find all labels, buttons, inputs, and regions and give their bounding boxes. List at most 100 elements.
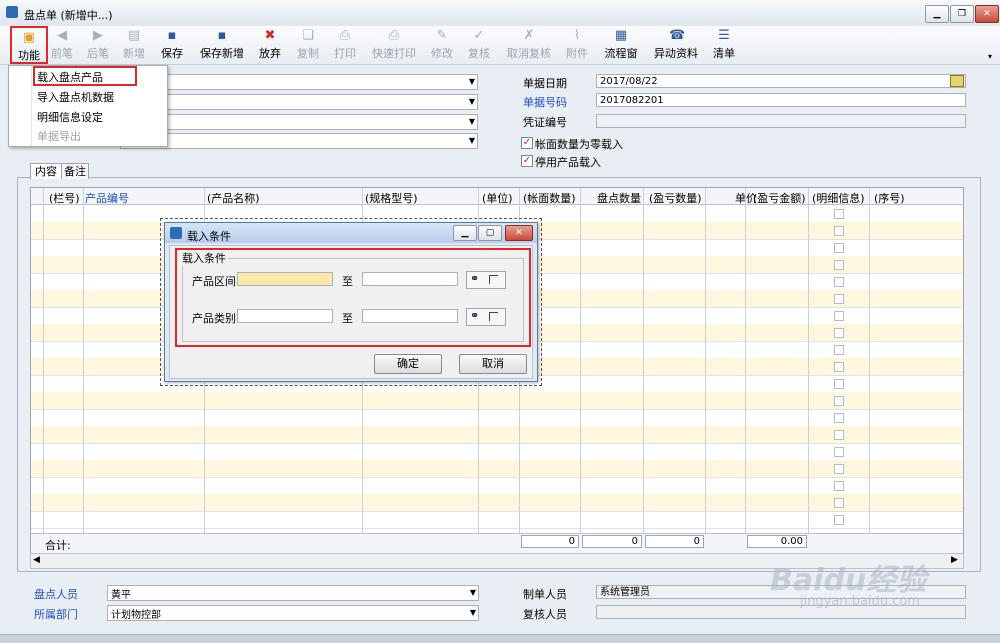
save-button[interactable]: ▪ 保存 — [158, 26, 186, 64]
table-row[interactable] — [31, 494, 963, 512]
attachment-button[interactable]: ⌇ 附件 — [563, 26, 591, 64]
cancel-review-button[interactable]: ✗ 取消复核 — [503, 26, 555, 64]
counter-label[interactable]: 盘点人员 — [34, 586, 78, 602]
detail-checkbox[interactable] — [834, 226, 844, 236]
close-button[interactable]: ✕ — [975, 5, 999, 23]
copy-button[interactable]: ❏ 复制 — [294, 26, 322, 64]
list-button[interactable]: ☰ 清单 — [710, 26, 738, 64]
detail-checkbox[interactable] — [834, 362, 844, 372]
detail-checkbox[interactable] — [834, 260, 844, 270]
scroll-left-icon[interactable]: ◀ — [33, 555, 40, 565]
dept-label[interactable]: 所属部门 — [34, 606, 78, 622]
function-button[interactable]: ▣ 功能 — [10, 26, 48, 64]
table-row[interactable] — [31, 409, 963, 427]
calendar-icon[interactable] — [950, 75, 964, 87]
detail-checkbox[interactable] — [834, 328, 844, 338]
table-row[interactable] — [31, 443, 963, 461]
detail-checkbox[interactable] — [834, 515, 844, 525]
detail-checkbox[interactable] — [834, 447, 844, 457]
detail-checkbox[interactable] — [834, 345, 844, 355]
combo-4[interactable]: ▼ — [120, 133, 478, 149]
col-seq[interactable]: (序号) — [874, 190, 905, 206]
col-product-name[interactable]: (产品名称) — [207, 190, 260, 206]
date-field[interactable]: 2017/08/22 — [596, 74, 966, 88]
detail-checkbox[interactable] — [834, 277, 844, 287]
dialog-minimize-button[interactable]: ▁ — [453, 225, 477, 241]
tab-content[interactable]: 内容 — [30, 163, 62, 179]
cancel-button[interactable]: 取消 — [459, 354, 527, 374]
table-row[interactable] — [31, 477, 963, 495]
checkbox-icon[interactable] — [489, 312, 498, 321]
scroll-right-icon[interactable]: ▶ — [951, 555, 958, 565]
detail-checkbox[interactable] — [834, 243, 844, 253]
table-row[interactable] — [31, 460, 963, 478]
range-from-input[interactable] — [237, 272, 333, 286]
modify-button[interactable]: ✎ 修改 — [428, 26, 456, 64]
type-from-input[interactable] — [237, 309, 333, 323]
next-button[interactable]: ▶ 后笔 — [84, 26, 112, 64]
detail-checkbox[interactable] — [834, 481, 844, 491]
checkbox-icon[interactable] — [489, 275, 498, 284]
table-row[interactable] — [31, 511, 963, 529]
ok-button[interactable]: 确定 — [374, 354, 442, 374]
detail-checkbox[interactable] — [834, 209, 844, 219]
menu-item-load-products[interactable]: 载入盘点产品 — [37, 69, 103, 85]
toolbar-overflow-icon[interactable]: ▾ — [988, 52, 992, 61]
col-diff-amount[interactable]: (盈亏金额) — [753, 190, 806, 206]
col-line-no[interactable]: (栏号) — [49, 190, 80, 206]
chevron-down-icon: ▼ — [468, 136, 475, 145]
menu-item-export[interactable]: 单据导出 — [37, 128, 81, 144]
save-new-button[interactable]: ▪ 保存新增 — [196, 26, 248, 64]
docno-field[interactable]: 2017082201 — [596, 93, 966, 107]
app-icon — [6, 6, 18, 18]
review-button[interactable]: ✓ 复核 — [465, 26, 493, 64]
detail-checkbox[interactable] — [834, 379, 844, 389]
save-icon: ▪ — [167, 28, 177, 43]
table-row[interactable] — [31, 392, 963, 410]
dept-field[interactable]: 计划物控部 ▼ — [107, 605, 479, 621]
col-detail-info[interactable]: (明细信息) — [812, 190, 865, 206]
prev-button[interactable]: ◀ 前笔 — [48, 26, 76, 64]
combo-3[interactable]: ▼ — [120, 114, 478, 130]
detail-checkbox[interactable] — [834, 413, 844, 423]
tab-remarks[interactable]: 备注 — [61, 163, 89, 179]
range-find-button[interactable]: ⚭ — [466, 271, 506, 289]
col-book-qty[interactable]: (帐面数量) — [523, 190, 576, 206]
discard-button[interactable]: ✖ 放弃 — [256, 26, 284, 64]
new-button[interactable]: ▤ 新增 — [120, 26, 148, 64]
dialog-close-button[interactable]: ✕ — [505, 225, 533, 241]
chevron-down-icon: ▼ — [468, 77, 475, 86]
zero-qty-checkbox[interactable]: ✓ — [521, 137, 533, 149]
detail-checkbox[interactable] — [834, 294, 844, 304]
print-button[interactable]: ⎙ 打印 — [331, 26, 359, 64]
combo-2[interactable]: ▼ — [120, 94, 478, 110]
quick-print-button[interactable]: ⎙ 快速打印 — [368, 26, 420, 64]
combo-1[interactable]: ▼ — [120, 74, 478, 90]
flowchart-icon: ▦ — [614, 28, 628, 43]
detail-checkbox[interactable] — [834, 396, 844, 406]
restore-button[interactable]: ❐ — [950, 5, 974, 23]
counter-field[interactable]: 黄平 ▼ — [107, 585, 479, 601]
minimize-button[interactable]: ▁ — [925, 5, 949, 23]
col-diff-qty[interactable]: (盈亏数量) — [649, 190, 702, 206]
col-unit[interactable]: (单位) — [482, 190, 513, 206]
docno-label[interactable]: 单据号码 — [523, 94, 567, 110]
col-count-qty[interactable]: 盘点数量 — [597, 190, 641, 206]
table-row[interactable] — [31, 426, 963, 444]
col-spec[interactable]: (规格型号) — [365, 190, 418, 206]
flow-button[interactable]: ▦ 流程窗 — [601, 26, 641, 64]
watermark-logo: Baidu经验 — [770, 563, 927, 598]
detail-checkbox[interactable] — [834, 311, 844, 321]
disabled-product-checkbox[interactable]: ✓ — [521, 155, 533, 167]
menu-item-import-scanner[interactable]: 导入盘点机数据 — [37, 89, 114, 105]
detail-checkbox[interactable] — [834, 464, 844, 474]
detail-checkbox[interactable] — [834, 498, 844, 508]
change-info-button[interactable]: ☎ 异动资料 — [650, 26, 702, 64]
range-to-input[interactable] — [362, 272, 458, 286]
detail-checkbox[interactable] — [834, 430, 844, 440]
type-to-input[interactable] — [362, 309, 458, 323]
dialog-maximize-button[interactable]: ▢ — [478, 225, 502, 241]
menu-item-detail-settings[interactable]: 明细信息设定 — [37, 109, 103, 125]
type-find-button[interactable]: ⚭ — [466, 308, 506, 326]
col-product-code[interactable]: 产品编号 — [85, 190, 129, 206]
